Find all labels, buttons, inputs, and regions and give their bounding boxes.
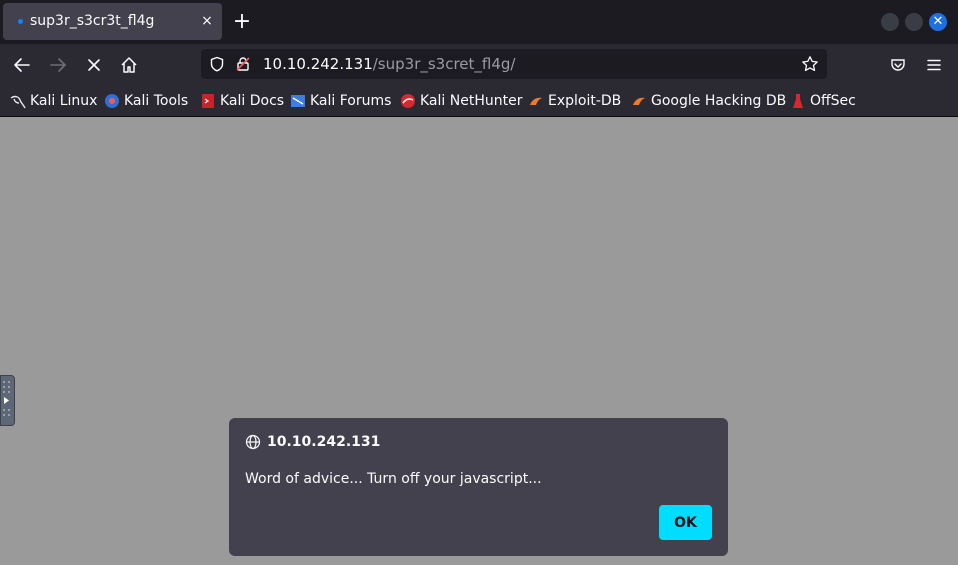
tab-strip: sup3r_s3cr3t_fl4g × + ✕ xyxy=(0,0,958,44)
offsec-icon xyxy=(793,94,803,108)
dialog-origin-text: 10.10.242.131 xyxy=(267,434,381,450)
bookmark-label: Exploit-DB xyxy=(548,93,622,109)
globe-icon xyxy=(245,434,261,450)
bookmark-label: Kali Linux xyxy=(30,93,98,109)
nethunter-icon xyxy=(401,94,415,108)
maximize-button[interactable] xyxy=(905,13,923,31)
bookmark-label: Kali Tools xyxy=(124,93,189,109)
url-text[interactable]: 10.10.242.131/sup3r_s3cret_fl4g/ xyxy=(263,55,515,73)
stop-button[interactable] xyxy=(81,52,107,78)
bookmark-label: OffSec xyxy=(810,93,856,109)
back-arrow-icon xyxy=(14,58,30,72)
bookmark-kali-tools[interactable]: Kali Tools xyxy=(104,91,188,111)
shield-icon[interactable] xyxy=(209,56,225,72)
navigation-toolbar: 10.10.242.131/sup3r_s3cret_fl4g/ xyxy=(0,44,958,85)
ok-button[interactable]: OK xyxy=(659,505,712,540)
alert-dialog: 10.10.242.131 Word of advice... Turn off… xyxy=(229,418,728,556)
sidebar-handle[interactable] xyxy=(0,375,15,426)
new-tab-button[interactable]: + xyxy=(231,11,253,33)
pocket-button[interactable] xyxy=(885,52,911,78)
bookmark-label: Kali NetHunter xyxy=(420,93,523,109)
exploit-db-icon xyxy=(530,97,542,105)
dialog-origin: 10.10.242.131 xyxy=(245,434,380,450)
close-tab-icon[interactable]: × xyxy=(197,11,217,31)
url-host: 10.10.242.131 xyxy=(263,55,373,73)
bookmark-label: Google Hacking DB xyxy=(651,93,787,109)
home-button[interactable] xyxy=(116,52,142,78)
kali-docs-icon xyxy=(202,94,214,108)
bookmark-kali-linux[interactable]: Kali Linux xyxy=(10,91,97,111)
bookmark-offsec[interactable]: OffSec xyxy=(790,91,856,111)
sidebar-expand-icon xyxy=(3,381,10,416)
insecure-lock-icon[interactable] xyxy=(235,56,251,72)
bookmark-kali-nethunter[interactable]: Kali NetHunter xyxy=(400,91,522,111)
forward-arrow-icon xyxy=(50,58,66,72)
kali-forums-icon xyxy=(291,95,305,107)
kali-tools-icon xyxy=(105,94,119,108)
back-button[interactable] xyxy=(9,52,35,78)
minimize-button[interactable] xyxy=(881,13,899,31)
bookmark-kali-forums[interactable]: Kali Forums xyxy=(290,91,391,111)
home-icon xyxy=(121,57,137,73)
tab-title: sup3r_s3cr3t_fl4g xyxy=(30,13,155,29)
hamburger-menu-icon xyxy=(927,59,941,71)
bookmark-google-hacking-db[interactable]: Google Hacking DB xyxy=(631,91,786,111)
bookmark-kali-docs[interactable]: Kali Docs xyxy=(200,91,284,111)
bookmark-label: Kali Docs xyxy=(220,93,285,109)
stop-x-icon xyxy=(88,59,100,71)
ghdb-icon xyxy=(633,97,645,105)
loading-indicator xyxy=(18,19,23,24)
bookmark-label: Kali Forums xyxy=(310,93,392,109)
kali-dragon-icon xyxy=(10,95,26,109)
bookmark-exploit-db[interactable]: Exploit-DB xyxy=(528,91,621,111)
bookmark-star-icon[interactable] xyxy=(801,55,819,73)
url-bar[interactable]: 10.10.242.131/sup3r_s3cret_fl4g/ xyxy=(201,49,827,79)
dialog-message: Word of advice... Turn off your javascri… xyxy=(245,471,542,487)
forward-button[interactable] xyxy=(45,52,71,78)
url-path: /sup3r_s3cret_fl4g/ xyxy=(372,55,516,73)
bookmarks-toolbar: Kali Linux Kali Tools Kali Docs Kali For… xyxy=(0,85,958,117)
app-menu-button[interactable] xyxy=(921,52,947,78)
close-window-button[interactable]: ✕ xyxy=(929,13,947,31)
pocket-icon xyxy=(891,59,905,71)
tab-active[interactable]: sup3r_s3cr3t_fl4g × xyxy=(3,3,222,40)
